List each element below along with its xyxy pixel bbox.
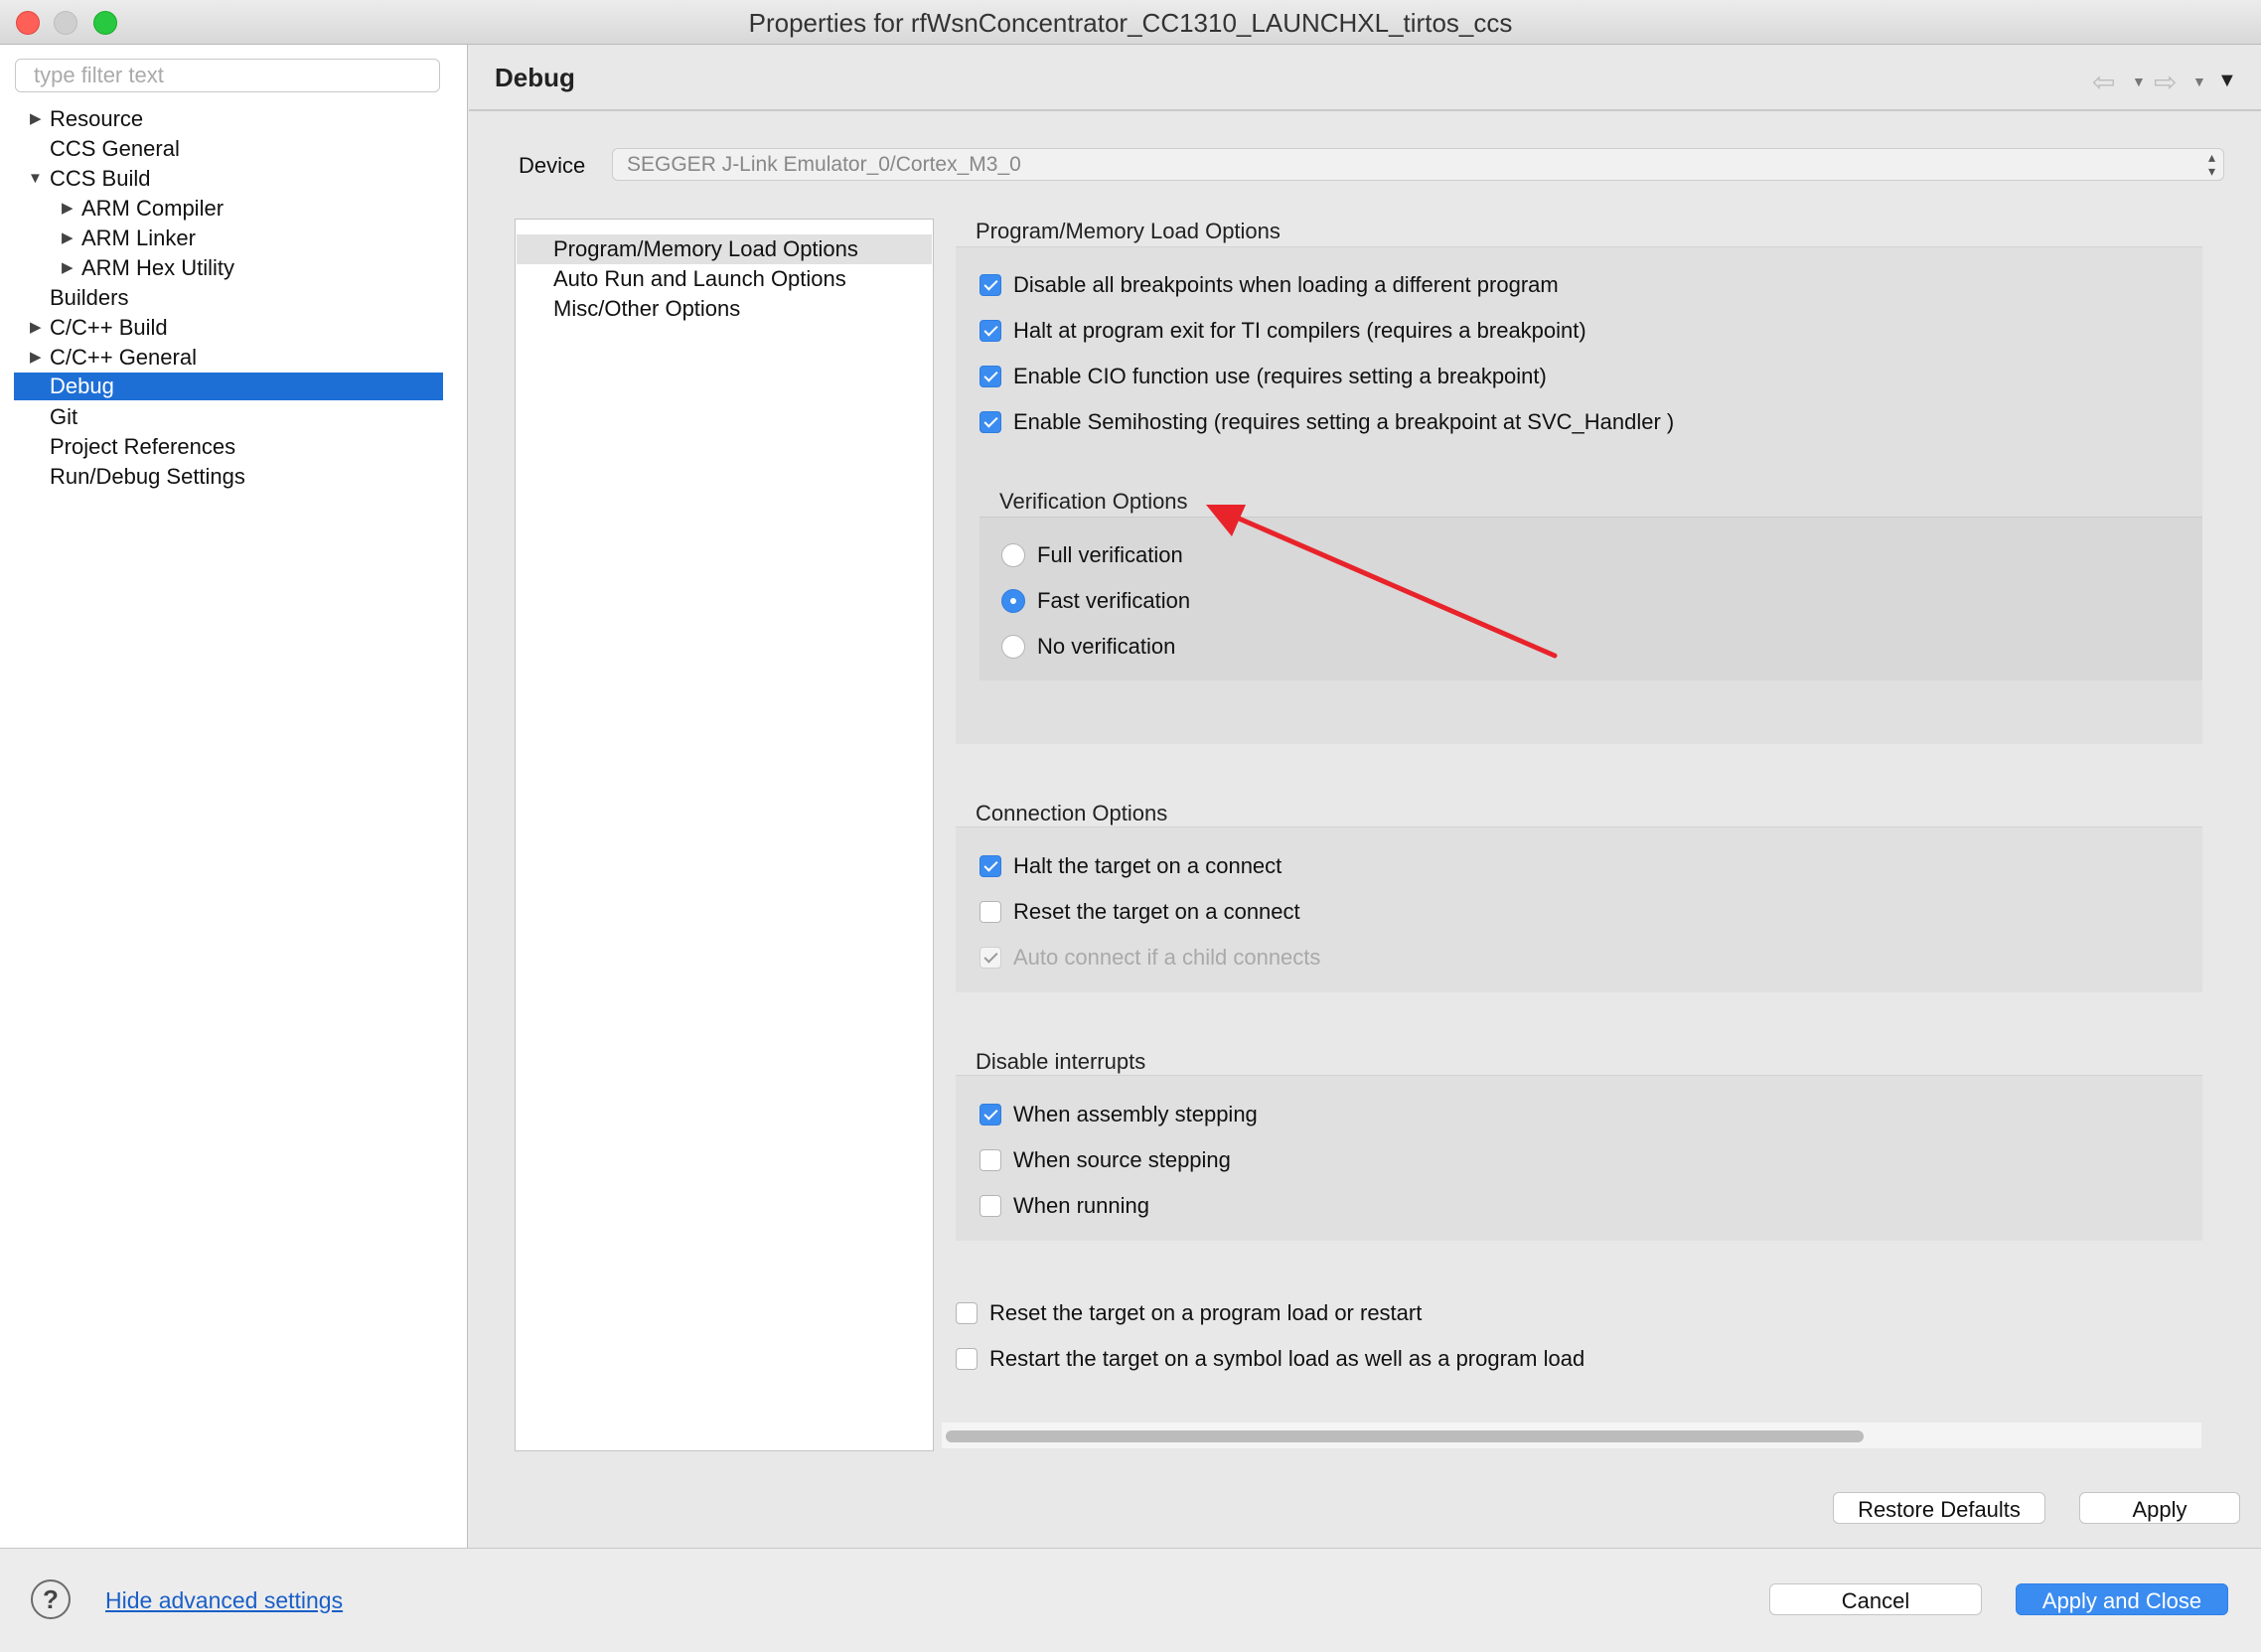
view-menu-icon[interactable]: ▼ xyxy=(2217,70,2237,92)
radio-button[interactable] xyxy=(1001,635,1025,659)
tree-item-label: C/C++ Build xyxy=(50,315,168,340)
option-label: Halt the target on a connect xyxy=(1013,853,1282,878)
checkbox[interactable] xyxy=(980,366,1001,387)
option-label: When assembly stepping xyxy=(1013,1102,1258,1126)
option-label: Fast verification xyxy=(1037,588,1191,613)
tree-item-arm-compiler[interactable]: ▶ ARM Compiler xyxy=(14,194,443,224)
back-history-dropdown-icon[interactable]: ▼ xyxy=(2132,74,2146,89)
expand-triangle-icon[interactable]: ▶ xyxy=(30,104,42,134)
category-program-memory-load[interactable]: Program/Memory Load Options xyxy=(517,234,932,264)
tree-item-project-references[interactable]: Project References xyxy=(14,432,443,462)
tree-item-label: Builders xyxy=(50,285,129,310)
tree-item-ccs-build[interactable]: ▼ CCS Build xyxy=(14,164,443,194)
checkbox xyxy=(980,947,1001,969)
expand-triangle-icon[interactable]: ▶ xyxy=(62,194,74,224)
checkbox[interactable] xyxy=(956,1302,978,1324)
tree-item-label: CCS Build xyxy=(50,166,151,191)
apply-button[interactable]: Apply xyxy=(2079,1492,2240,1524)
radio-button[interactable] xyxy=(1001,589,1025,613)
category-misc-other[interactable]: Misc/Other Options xyxy=(517,294,932,324)
annotation-arrow-icon xyxy=(1206,505,1558,659)
tree-item-ccs-general[interactable]: CCS General xyxy=(14,134,443,164)
option-label: Enable Semihosting (requires setting a b… xyxy=(1013,409,1675,434)
tree-item-label: Run/Debug Settings xyxy=(50,464,245,489)
tree-item-arm-hex-utility[interactable]: ▶ ARM Hex Utility xyxy=(14,253,443,283)
option-label: No verification xyxy=(1037,634,1176,659)
tree-item-cpp-general[interactable]: ▶ C/C++ General xyxy=(14,343,443,373)
device-select[interactable]: SEGGER J-Link Emulator_0/Cortex_M3_0 ▴ ▾ xyxy=(612,148,2224,181)
tree-item-label: C/C++ General xyxy=(50,345,197,370)
checkbox[interactable] xyxy=(980,901,1001,923)
select-updown-icon: ▴ ▾ xyxy=(2207,149,2215,179)
restore-defaults-button[interactable]: Restore Defaults xyxy=(1833,1492,2045,1524)
forward-history-dropdown-icon[interactable]: ▼ xyxy=(2192,74,2206,89)
option-label: When running xyxy=(1013,1193,1149,1218)
header-separator xyxy=(469,109,2261,111)
verification-options-title: Verification Options xyxy=(999,489,1188,514)
cancel-button[interactable]: Cancel xyxy=(1769,1583,1982,1615)
device-select-value: SEGGER J-Link Emulator_0/Cortex_M3_0 xyxy=(627,153,1021,176)
checkbox[interactable] xyxy=(980,1149,1001,1171)
expand-triangle-icon[interactable]: ▶ xyxy=(30,313,42,343)
dialog-footer: ? Hide advanced settings Cancel Apply an… xyxy=(0,1548,2261,1652)
option-label: Reset the target on a program load or re… xyxy=(989,1300,1423,1325)
property-tree-panel: ▶ Resource CCS General ▼ CCS Build ▶ ARM… xyxy=(0,45,468,1548)
tree-item-label: Git xyxy=(50,404,78,429)
category-auto-run-launch[interactable]: Auto Run and Launch Options xyxy=(517,264,932,294)
collapse-triangle-icon[interactable]: ▼ xyxy=(28,164,43,194)
tree-item-builders[interactable]: Builders xyxy=(14,283,443,313)
back-arrow-icon[interactable]: ⇦ xyxy=(2092,66,2115,98)
scrollbar-thumb[interactable] xyxy=(946,1430,1864,1442)
option-label: Enable CIO function use (requires settin… xyxy=(1013,364,1547,388)
tree-item-label: Debug xyxy=(50,374,114,398)
option-label: Disable all breakpoints when loading a d… xyxy=(1013,272,1559,297)
tree-item-arm-linker[interactable]: ▶ ARM Linker xyxy=(14,224,443,253)
apply-and-close-button[interactable]: Apply and Close xyxy=(2016,1583,2228,1615)
window-title: Properties for rfWsnConcentrator_CC1310_… xyxy=(748,8,1513,38)
page-title: Debug xyxy=(495,63,575,92)
option-label: Halt at program exit for TI compilers (r… xyxy=(1013,318,1586,343)
tree-item-run-debug-settings[interactable]: Run/Debug Settings xyxy=(14,462,443,492)
forward-arrow-icon[interactable]: ⇨ xyxy=(2154,66,2177,98)
expand-triangle-icon[interactable]: ▶ xyxy=(30,343,42,373)
title-bar: Properties for rfWsnConcentrator_CC1310_… xyxy=(0,0,2261,45)
program-memory-group-title: Program/Memory Load Options xyxy=(976,219,1281,243)
expand-triangle-icon[interactable]: ▶ xyxy=(62,253,74,283)
checkbox[interactable] xyxy=(980,274,1001,296)
option-label: Reset the target on a connect xyxy=(1013,899,1300,924)
checkbox[interactable] xyxy=(980,855,1001,877)
horizontal-scrollbar[interactable] xyxy=(942,1423,2201,1448)
checkbox[interactable] xyxy=(980,411,1001,433)
tree-item-label: ARM Hex Utility xyxy=(81,255,235,280)
checkbox[interactable] xyxy=(980,1104,1001,1126)
option-label: Full verification xyxy=(1037,542,1183,567)
tree-item-git[interactable]: Git xyxy=(14,402,443,432)
tree-item-cpp-build[interactable]: ▶ C/C++ Build xyxy=(14,313,443,343)
radio-button[interactable] xyxy=(1001,543,1025,567)
hide-advanced-settings-link[interactable]: Hide advanced settings xyxy=(105,1587,343,1614)
filter-input[interactable] xyxy=(15,59,440,92)
tree-item-label: CCS General xyxy=(50,136,180,161)
help-icon[interactable]: ? xyxy=(31,1579,71,1619)
disable-interrupts-title: Disable interrupts xyxy=(976,1049,1146,1074)
connection-options-title: Connection Options xyxy=(976,801,1168,826)
checkbox[interactable] xyxy=(980,320,1001,342)
option-category-list: Program/Memory Load Options Auto Run and… xyxy=(515,219,934,1451)
tree-item-label: Resource xyxy=(50,106,144,131)
tree-item-debug[interactable]: Debug xyxy=(14,373,443,400)
option-label: Auto connect if a child connects xyxy=(1013,945,1321,970)
expand-triangle-icon[interactable]: ▶ xyxy=(62,224,74,253)
tree-item-label: ARM Compiler xyxy=(81,196,225,221)
tree-item-resource[interactable]: ▶ Resource xyxy=(14,104,443,134)
tree-item-label: ARM Linker xyxy=(81,225,196,250)
option-label: When source stepping xyxy=(1013,1147,1231,1172)
tree-item-label: Project References xyxy=(50,434,236,459)
checkbox[interactable] xyxy=(980,1195,1001,1217)
option-label: Restart the target on a symbol load as w… xyxy=(989,1346,1585,1371)
checkbox[interactable] xyxy=(956,1348,978,1370)
device-label: Device xyxy=(519,153,586,178)
